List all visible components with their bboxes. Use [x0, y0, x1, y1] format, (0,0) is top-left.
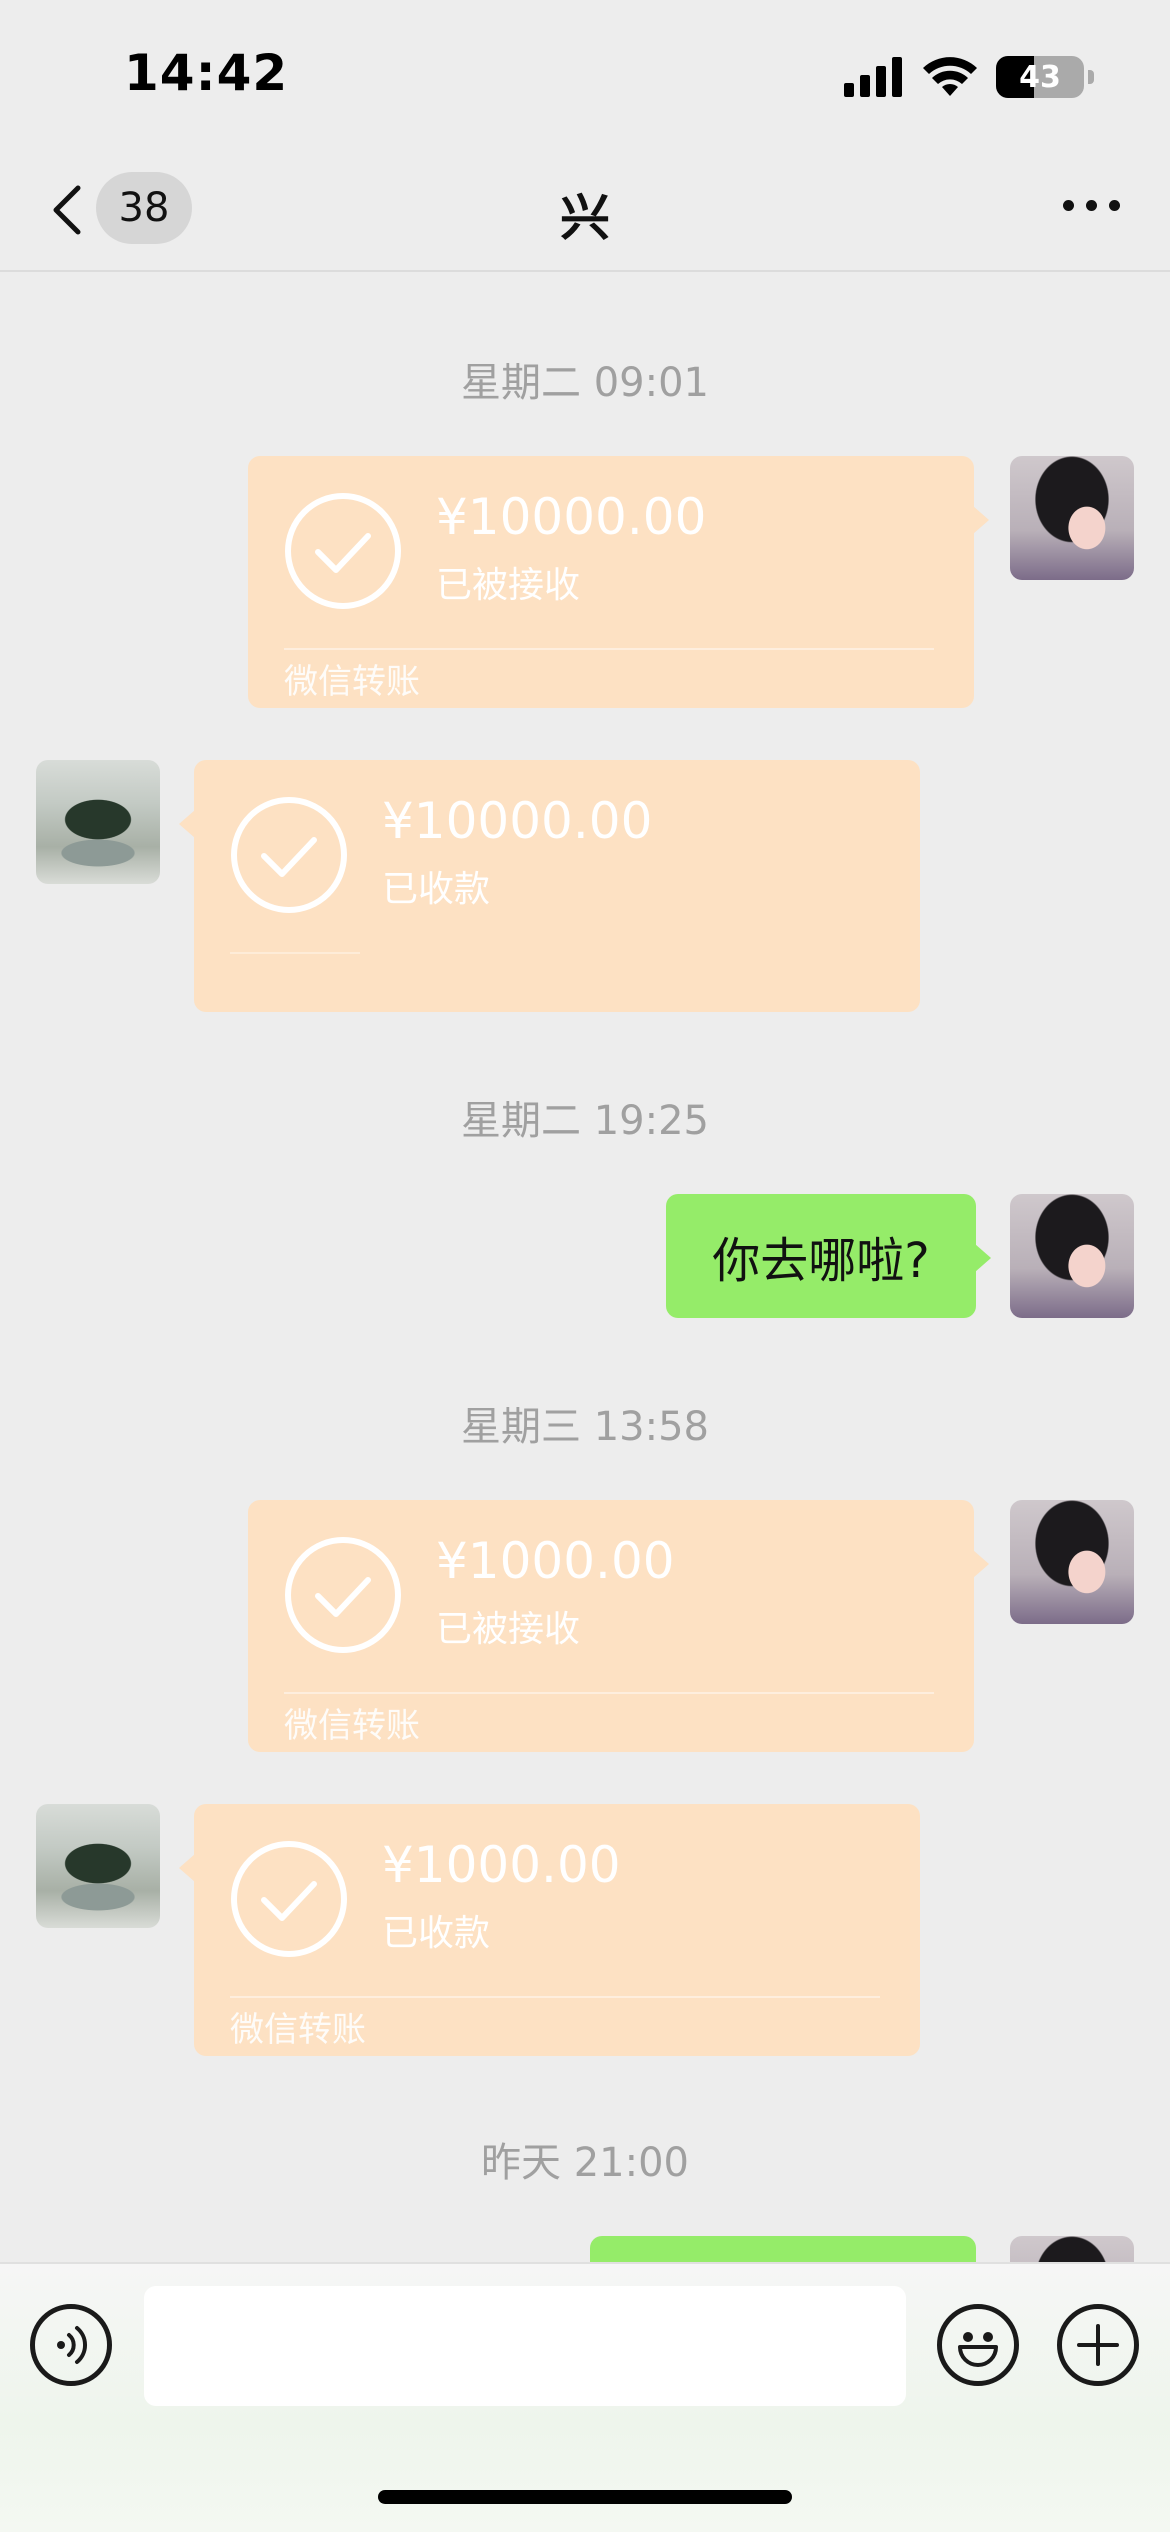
transfer-status: 已被接收 [436, 565, 581, 606]
message-bubble[interactable]: 你去哪啦? [666, 1194, 991, 1318]
transfer-amount: ¥1000.00 [382, 1836, 621, 1894]
battery-tip [1088, 70, 1094, 84]
transfer-footer: 微信转账 [284, 662, 420, 702]
battery-icon: 43 [996, 56, 1084, 98]
timestamp: 昨天 21:00 [481, 2140, 689, 2186]
timestamp: 星期二 09:01 [461, 360, 709, 406]
timestamp: 星期二 19:25 [461, 1098, 709, 1144]
emoji-icon[interactable] [937, 2304, 1019, 2386]
chat-title: 兴 [560, 189, 610, 247]
transfer-bubble[interactable]: ¥1000.00 已收款 微信转账 [179, 1804, 920, 2056]
voice-icon[interactable] [30, 2304, 112, 2386]
avatar-contact[interactable] [36, 760, 160, 884]
avatar-me[interactable] [1010, 456, 1134, 580]
transfer-amount: ¥10000.00 [436, 488, 707, 546]
signal-icon [844, 57, 902, 97]
transfer-bubble[interactable]: ¥10000.00 已被接收 微信转账 [248, 456, 989, 708]
battery-level: 43 [1019, 59, 1061, 95]
home-indicator[interactable] [378, 2490, 792, 2504]
transfer-footer: 微信转账 [230, 2010, 366, 2050]
plus-icon[interactable] [1057, 2304, 1139, 2386]
message-input[interactable] [144, 2286, 906, 2406]
wifi-icon [923, 57, 977, 96]
avatar-me[interactable] [1010, 2236, 1134, 2262]
divider [230, 1996, 880, 1998]
message-bubble-partial[interactable] [590, 2236, 976, 2262]
transfer-bubble[interactable]: ¥1000.00 已被接收 微信转账 [248, 1500, 989, 1752]
transfer-status: 已被接收 [436, 1609, 581, 1650]
divider [284, 648, 934, 650]
transfer-amount: ¥1000.00 [436, 1532, 675, 1590]
avatar-me[interactable] [1010, 1194, 1134, 1318]
status-time: 14:42 [124, 44, 289, 102]
transfer-status: 已收款 [382, 1913, 491, 1954]
more-icon[interactable] [1063, 200, 1120, 211]
check-icon [285, 1537, 401, 1653]
check-icon [231, 797, 347, 913]
transfer-status: 已收款 [382, 869, 491, 910]
divider [230, 952, 360, 954]
check-icon [231, 1841, 347, 1957]
chat-area[interactable]: 星期二 09:01 ¥10000.00 已被接收 微信转账 ¥10000.00 … [0, 274, 1170, 2262]
divider [284, 1692, 934, 1694]
nav-bar: 38 兴 [0, 150, 1170, 272]
avatar-contact[interactable] [36, 1804, 160, 1928]
transfer-footer: 微信转账 [284, 1706, 420, 1746]
status-icons: 43 [844, 56, 1094, 98]
check-icon [285, 493, 401, 609]
avatar-me[interactable] [1010, 1500, 1134, 1624]
timestamp: 星期三 13:58 [461, 1404, 709, 1450]
transfer-bubble[interactable]: ¥10000.00 已收款 [179, 760, 920, 1012]
transfer-amount: ¥10000.00 [382, 792, 653, 850]
status-bar: 14:42 43 [0, 0, 1170, 150]
